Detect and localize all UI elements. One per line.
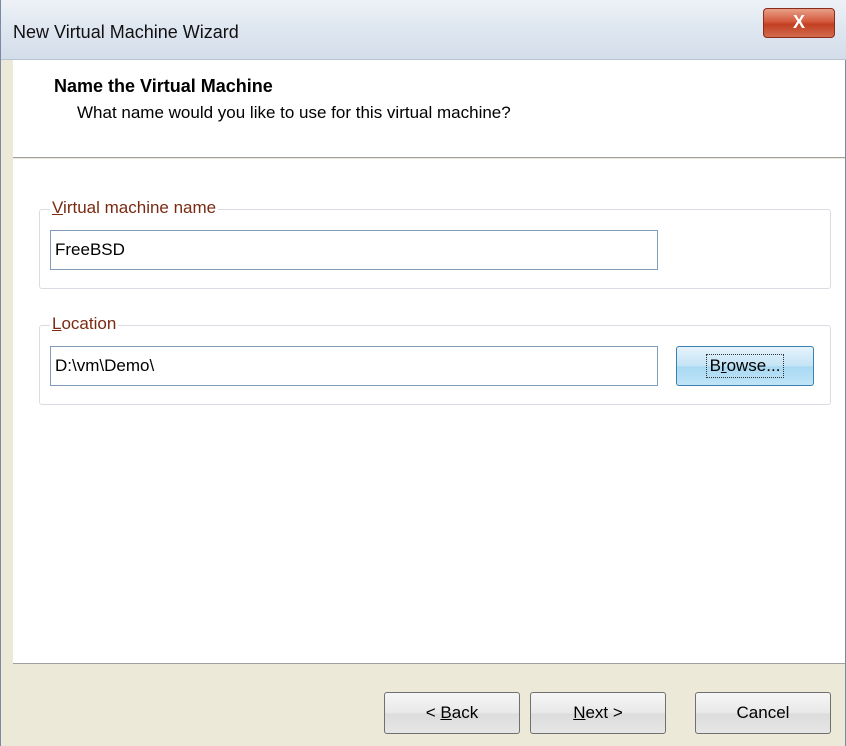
wizard-window: New Virtual Machine Wizard X Name the Vi…: [0, 0, 846, 746]
close-button[interactable]: X: [763, 8, 835, 38]
close-icon: X: [792, 12, 805, 32]
location-input[interactable]: D:\vm\Demo\: [50, 346, 658, 386]
next-accel: N: [573, 703, 586, 722]
vm-name-label: Virtual machine name: [50, 198, 219, 218]
vm-name-input[interactable]: FreeBSD: [50, 230, 658, 270]
browse-pre: B: [709, 356, 721, 375]
back-accel: B: [440, 703, 452, 722]
wizard-footer: < Back Next > Cancel: [13, 663, 845, 746]
back-post: ack: [451, 703, 479, 722]
next-button[interactable]: Next >: [530, 692, 666, 734]
vm-name-label-text: irtual machine name: [63, 198, 217, 217]
window-title: New Virtual Machine Wizard: [13, 22, 239, 42]
cancel-button[interactable]: Cancel: [695, 692, 831, 734]
vm-name-group: Virtual machine name FreeBSD: [39, 198, 831, 289]
location-group: Location D:\vm\Demo\ Browse...: [39, 314, 831, 405]
page-subtitle: What name would you like to use for this…: [77, 103, 511, 122]
location-label: Location: [50, 314, 119, 334]
page-title: Name the Virtual Machine: [54, 76, 273, 96]
next-post: ext >: [585, 703, 623, 722]
title-bar[interactable]: New Virtual Machine Wizard X: [1, 0, 846, 60]
wizard-body: Virtual machine name FreeBSD Location D:…: [13, 159, 845, 663]
wizard-header: Name the Virtual Machine What name would…: [13, 60, 845, 158]
vm-name-label-accel: V: [52, 198, 64, 217]
location-label-text: ocation: [61, 314, 117, 333]
browse-button[interactable]: Browse...: [676, 346, 814, 386]
back-pre: <: [425, 703, 441, 722]
browse-button-label: Browse...: [705, 354, 785, 378]
browse-post: owse...: [726, 356, 781, 375]
back-button[interactable]: < Back: [384, 692, 520, 734]
